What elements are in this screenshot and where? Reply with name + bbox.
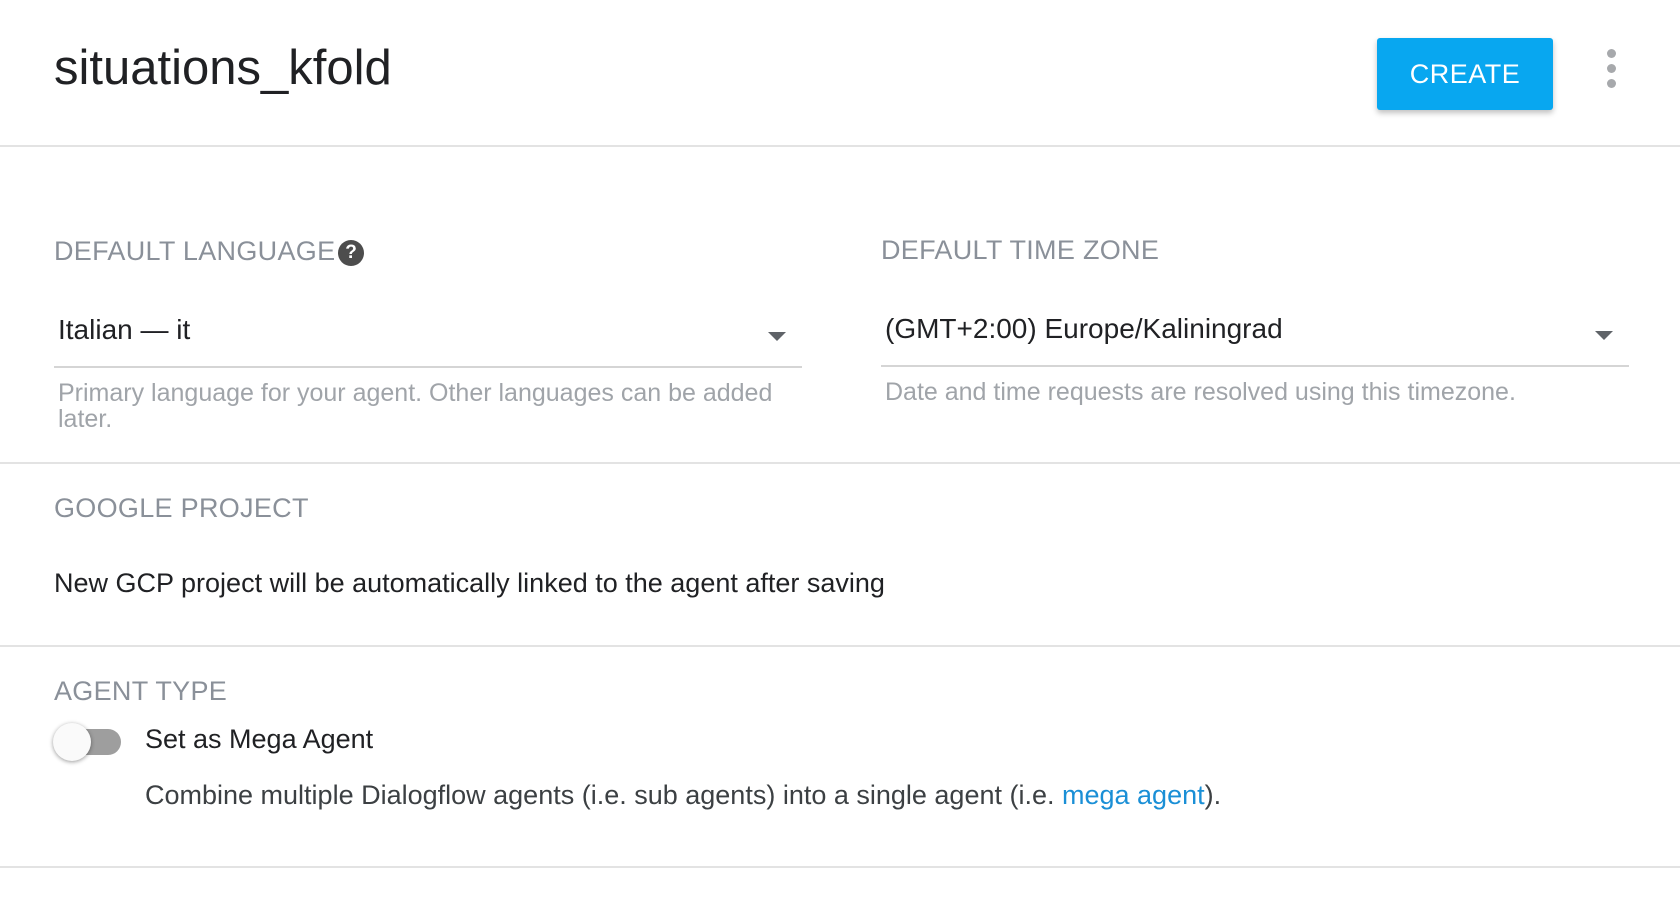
more-dot — [1606, 48, 1616, 58]
language-select[interactable]: Italian — it — [54, 304, 802, 368]
agent-type-section — [0, 647, 1680, 868]
more-vert-icon[interactable] — [1596, 44, 1626, 92]
language-select-value: Italian — it — [58, 314, 191, 345]
more-dot — [1606, 63, 1616, 73]
toggle-thumb — [53, 723, 91, 761]
mega-agent-toggle[interactable] — [53, 723, 123, 761]
mega-agent-description: Combine multiple Dialogflow agents (i.e.… — [145, 780, 1221, 811]
agent-name-title: situations_kfold — [54, 41, 392, 95]
agent-type-label: AGENT TYPE — [54, 676, 228, 706]
mega-agent-desc-prefix: Combine multiple Dialogflow agents (i.e.… — [145, 780, 1062, 810]
mega-agent-link[interactable]: mega agent — [1062, 780, 1205, 810]
language-hint-line1: Primary language for your agent. Other l… — [58, 379, 773, 407]
agent-settings-page: situations_kfold CREATE DEFAULT LANGUAGE… — [0, 0, 1680, 900]
more-dot — [1606, 78, 1616, 88]
default-timezone-label: DEFAULT TIME ZONE — [881, 235, 1160, 265]
language-hint: Primary language for your agent. Other l… — [58, 380, 818, 432]
mega-agent-toggle-label: Set as Mega Agent — [145, 724, 374, 754]
help-circle-icon[interactable]: ? — [338, 240, 364, 266]
google-project-section — [0, 464, 1680, 647]
default-language-label: DEFAULT LANGUAGE — [54, 236, 336, 266]
google-project-text: New GCP project will be automatically li… — [54, 568, 885, 598]
timezone-select[interactable]: (GMT+2:00) Europe/Kaliningrad — [881, 303, 1629, 367]
chevron-down-icon — [768, 332, 786, 341]
timezone-select-value: (GMT+2:00) Europe/Kaliningrad — [885, 313, 1283, 344]
create-button[interactable]: CREATE — [1377, 38, 1553, 110]
mega-agent-desc-suffix: ). — [1204, 780, 1222, 810]
language-hint-line2: later. — [58, 405, 113, 433]
page-header: situations_kfold CREATE — [0, 0, 1680, 147]
timezone-hint: Date and time requests are resolved usin… — [885, 378, 1516, 406]
chevron-down-icon — [1595, 331, 1613, 340]
google-project-label: GOOGLE PROJECT — [54, 493, 309, 523]
